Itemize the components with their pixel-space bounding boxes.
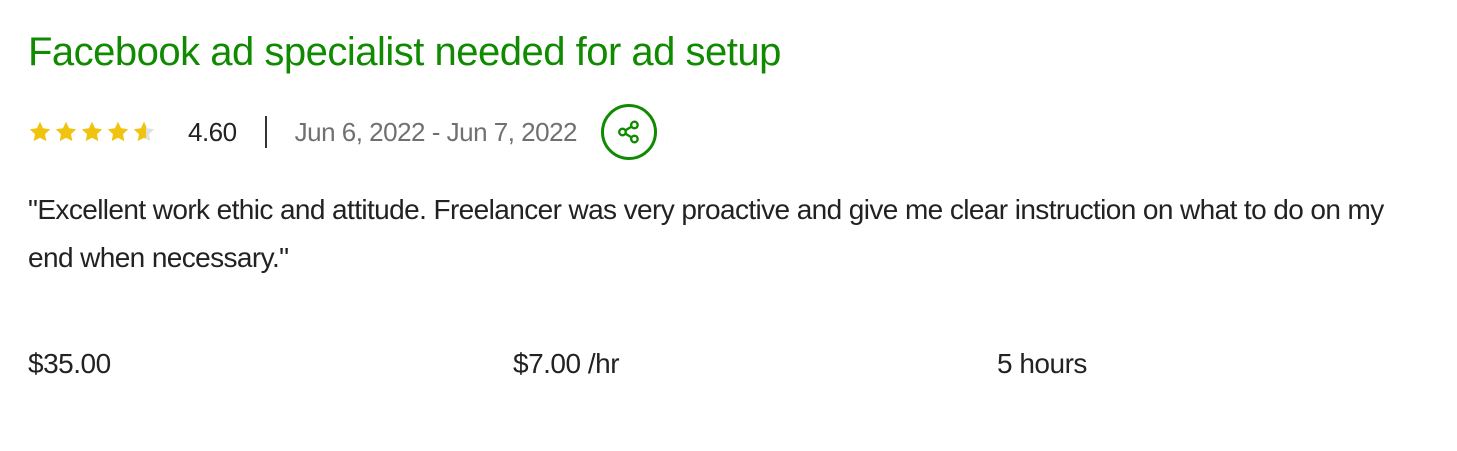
- rating-value: 4.60: [188, 116, 237, 147]
- hourly-rate: $7.00 /hr: [513, 348, 620, 379]
- job-stats-row: $35.00 $7.00 /hr 5 hours: [28, 348, 1429, 388]
- meta-divider: [264, 116, 267, 148]
- star-icon: [55, 121, 77, 142]
- hours-worked: 5 hours: [997, 348, 1087, 379]
- star-icon: [107, 121, 129, 142]
- job-history-card: Facebook ad specialist needed for ad set…: [28, 26, 1429, 282]
- share-icon: [618, 120, 639, 144]
- star-icon: [81, 121, 103, 142]
- total-earned: $35.00: [28, 348, 111, 379]
- client-feedback: "Excellent work ethic and attitude. Free…: [28, 194, 1384, 273]
- star-icon: [29, 121, 51, 142]
- job-title-link[interactable]: Facebook ad specialist needed for ad set…: [28, 26, 1429, 78]
- star-icon: [133, 121, 155, 142]
- job-meta-row: 4.60 Jun 6, 2022 - Jun 7, 2022: [28, 102, 1429, 162]
- star-rating: [28, 120, 156, 144]
- share-button[interactable]: [601, 104, 657, 160]
- date-range: Jun 6, 2022 - Jun 7, 2022: [294, 116, 578, 147]
